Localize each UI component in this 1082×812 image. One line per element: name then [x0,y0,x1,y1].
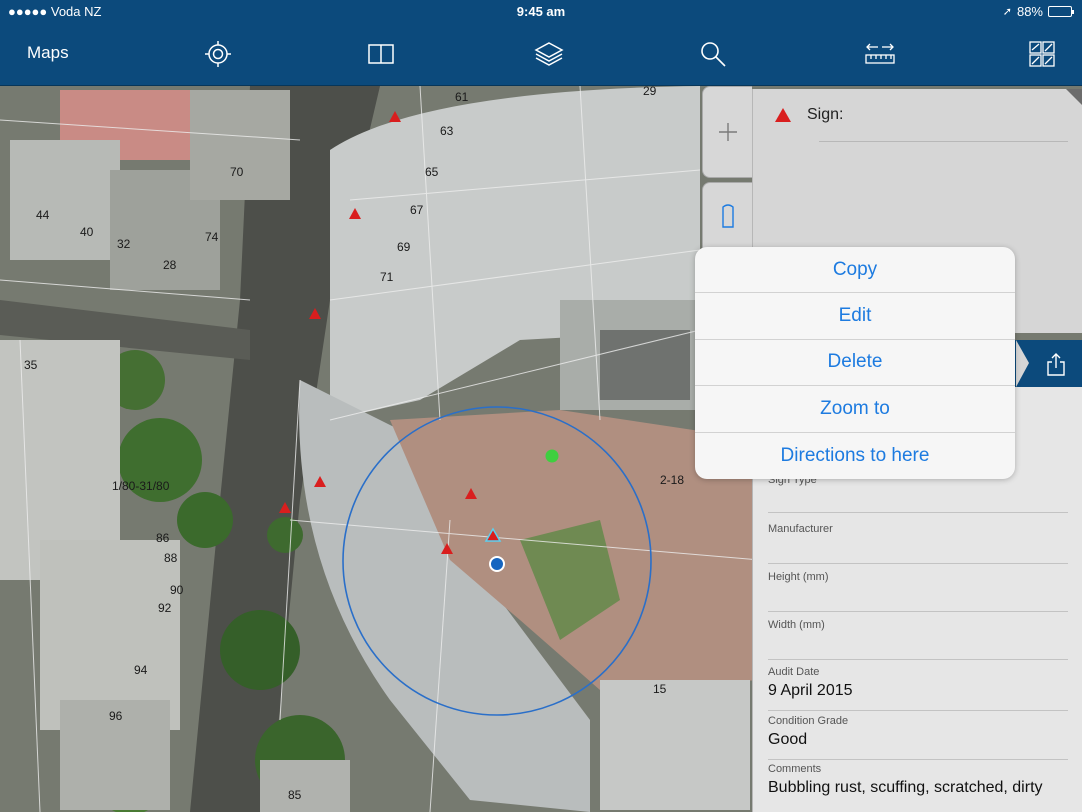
clock: 9:45 am [516,4,566,19]
condition-grade-field[interactable]: Condition Grade Good [768,712,1068,760]
delete-menu-item[interactable]: Delete [695,340,1015,387]
nav-bar: Maps [0,22,1082,86]
field-label: Condition Grade [768,715,849,727]
sign-marker[interactable] [349,208,361,219]
field-value: Good [768,731,808,748]
sign-marker[interactable] [389,111,401,122]
layers-icon[interactable] [533,38,565,70]
callout-notch [1016,340,1029,387]
zoom-to-menu-item[interactable]: Zoom to [695,386,1015,433]
feature-label: Sign: [807,106,844,123]
sign-marker[interactable] [465,488,477,499]
search-icon[interactable] [697,38,729,70]
sign-marker[interactable] [309,308,321,319]
sign-marker[interactable] [314,476,326,487]
directions-menu-item[interactable]: Directions to here [695,433,1015,479]
bookmark-book-icon[interactable] [365,38,397,70]
field-label: Manufacturer [768,523,833,535]
comments-field[interactable]: Comments Bubbling rust, scuffing, scratc… [768,760,1068,808]
location-arrow-icon: ➚ [1002,6,1012,18]
field-value: Bubbling rust, scuffing, scratched, dirt… [768,779,1043,796]
field-value: 9 April 2015 [768,682,853,699]
battery-percent: 88% [1016,4,1043,19]
height-field[interactable]: Height (mm) [768,565,1068,612]
selected-sign-marker[interactable] [484,527,502,542]
manufacturer-field[interactable]: Manufacturer [768,516,1068,564]
locate-icon[interactable] [202,38,234,70]
add-feature-tab[interactable] [702,86,752,178]
battery-icon [1048,6,1074,17]
sign-marker[interactable] [441,543,453,554]
maps-title: Maps [27,43,69,62]
feature-context-menu: Copy Edit Delete Zoom to Directions to h… [695,247,1015,479]
measure-ruler-icon[interactable] [864,38,896,70]
expand-corner-icon[interactable] [1066,89,1082,105]
battery-status: ➚ 88% [1002,4,1074,19]
field-label: Comments [768,763,822,775]
screen: ●●●●● Voda NZ 9:45 am ➚ 88% Maps 61 29 6… [0,0,1082,812]
field-label: Width (mm) [768,619,825,631]
share-icon [1046,352,1065,376]
sign-marker-icon [775,108,791,122]
field-label: Height (mm) [768,571,829,583]
basemap-gallery-icon[interactable] [1026,38,1058,70]
clip-icon [721,204,734,228]
copy-menu-item[interactable]: Copy [695,247,1015,294]
status-bar: ●●●●● Voda NZ 9:45 am ➚ 88% [0,0,1082,22]
share-button[interactable] [1029,340,1082,387]
green-point-marker[interactable] [545,449,559,463]
edit-menu-item[interactable]: Edit [695,293,1015,340]
field-label: Audit Date [768,666,820,678]
sign-marker[interactable] [279,502,291,513]
audit-date-field[interactable]: Audit Date 9 April 2015 [768,663,1068,711]
current-location-dot [489,556,505,572]
width-field[interactable]: Width (mm) [768,613,1068,660]
